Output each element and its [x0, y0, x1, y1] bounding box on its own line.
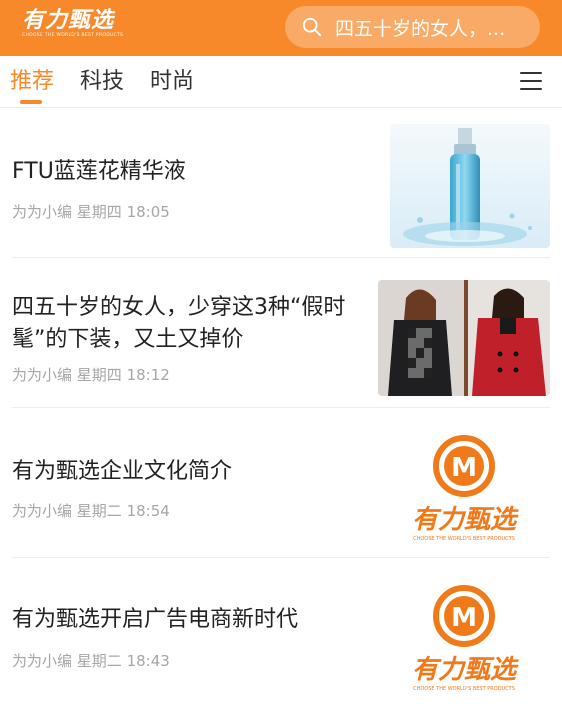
article-time: 星期四 18:05 [76, 203, 170, 221]
article-meta: 为为小编 星期四 18:12 [12, 364, 170, 385]
list-item[interactable]: 有为甄选企业文化简介 为为小编 星期二 18:54 M 有力甄选 CHOOSE … [12, 408, 550, 558]
article-title: 四五十岁的女人，少穿这3种“假时髦”的下装，又土又掉价 [12, 295, 346, 352]
tab-label: 推荐 [10, 69, 55, 94]
list-item[interactable]: 四五十岁的女人，少穿这3种“假时髦”的下装，又土又掉价 为为小编 星期四 18:… [12, 258, 550, 408]
article-time: 星期二 18:43 [76, 652, 170, 670]
brand-logo-text: 有力甄选 [412, 505, 519, 535]
article-meta: 为为小编 星期四 18:05 [12, 201, 170, 222]
tab-technology[interactable]: 科技 [80, 68, 124, 100]
app-logo-text: 有力甄选 [22, 8, 115, 33]
brand-logo-text: 有力甄选 [412, 655, 519, 685]
article-time: 星期二 18:54 [76, 502, 170, 520]
list-item[interactable]: FTU蓝莲花精华液 为为小编 星期四 18:05 [12, 112, 550, 258]
search-bar[interactable]: 四五十岁的女人，... [285, 6, 540, 48]
brand-logo-tagline: CHOOSE THE WORLD'S BEST PRODUCTS [413, 686, 515, 692]
article-meta: 为为小编 星期二 18:54 [12, 500, 170, 521]
top-bar: 有力甄选 CHOOSE THE WORLD'S BEST PRODUCTS 四五… [0, 0, 562, 56]
brand-logo-tagline: CHOOSE THE WORLD'S BEST PRODUCTS [413, 536, 515, 542]
tab-label: 时尚 [150, 69, 195, 94]
app-logo[interactable]: 有力甄选 CHOOSE THE WORLD'S BEST PRODUCTS [22, 8, 124, 45]
brand-logo-letter: M [451, 453, 477, 483]
article-author: 为为小编 [12, 366, 73, 384]
article-author: 为为小编 [12, 652, 73, 670]
article-meta: 为为小编 星期二 18:43 [12, 650, 170, 671]
list-item[interactable]: 有为甄选开启广告电商新时代 为为小编 星期二 18:43 M 有力甄选 CHOO… [12, 558, 550, 714]
brand-logo-letter: M [451, 603, 477, 633]
tab-recommended[interactable]: 推荐 [10, 68, 55, 104]
search-placeholder: 四五十岁的女人，... [335, 17, 506, 40]
active-tab-indicator [20, 100, 42, 104]
article-title: FTU蓝莲花精华液 [12, 159, 186, 184]
article-author: 为为小编 [12, 203, 73, 221]
category-tabs: 推荐 科技 时尚 [0, 56, 562, 108]
article-time: 星期四 18:12 [76, 366, 170, 384]
app-logo-tagline: CHOOSE THE WORLD'S BEST PRODUCTS [22, 33, 124, 38]
tab-label: 科技 [80, 69, 125, 94]
serum-bottle-photo [390, 124, 550, 248]
tab-fashion[interactable]: 时尚 [150, 68, 194, 100]
brand-logo: M 有力甄选 CHOOSE THE WORLD'S BEST PRODUCTS [402, 426, 526, 550]
search-icon [302, 17, 322, 37]
coat-fashion-photo [378, 280, 550, 396]
article-title: 有为甄选企业文化简介 [12, 459, 233, 484]
brand-logo: M 有力甄选 CHOOSE THE WORLD'S BEST PRODUCTS [402, 576, 526, 700]
hamburger-menu-icon[interactable] [520, 72, 542, 92]
article-author: 为为小编 [12, 502, 73, 520]
article-title: 有为甄选开启广告电商新时代 [12, 607, 299, 632]
